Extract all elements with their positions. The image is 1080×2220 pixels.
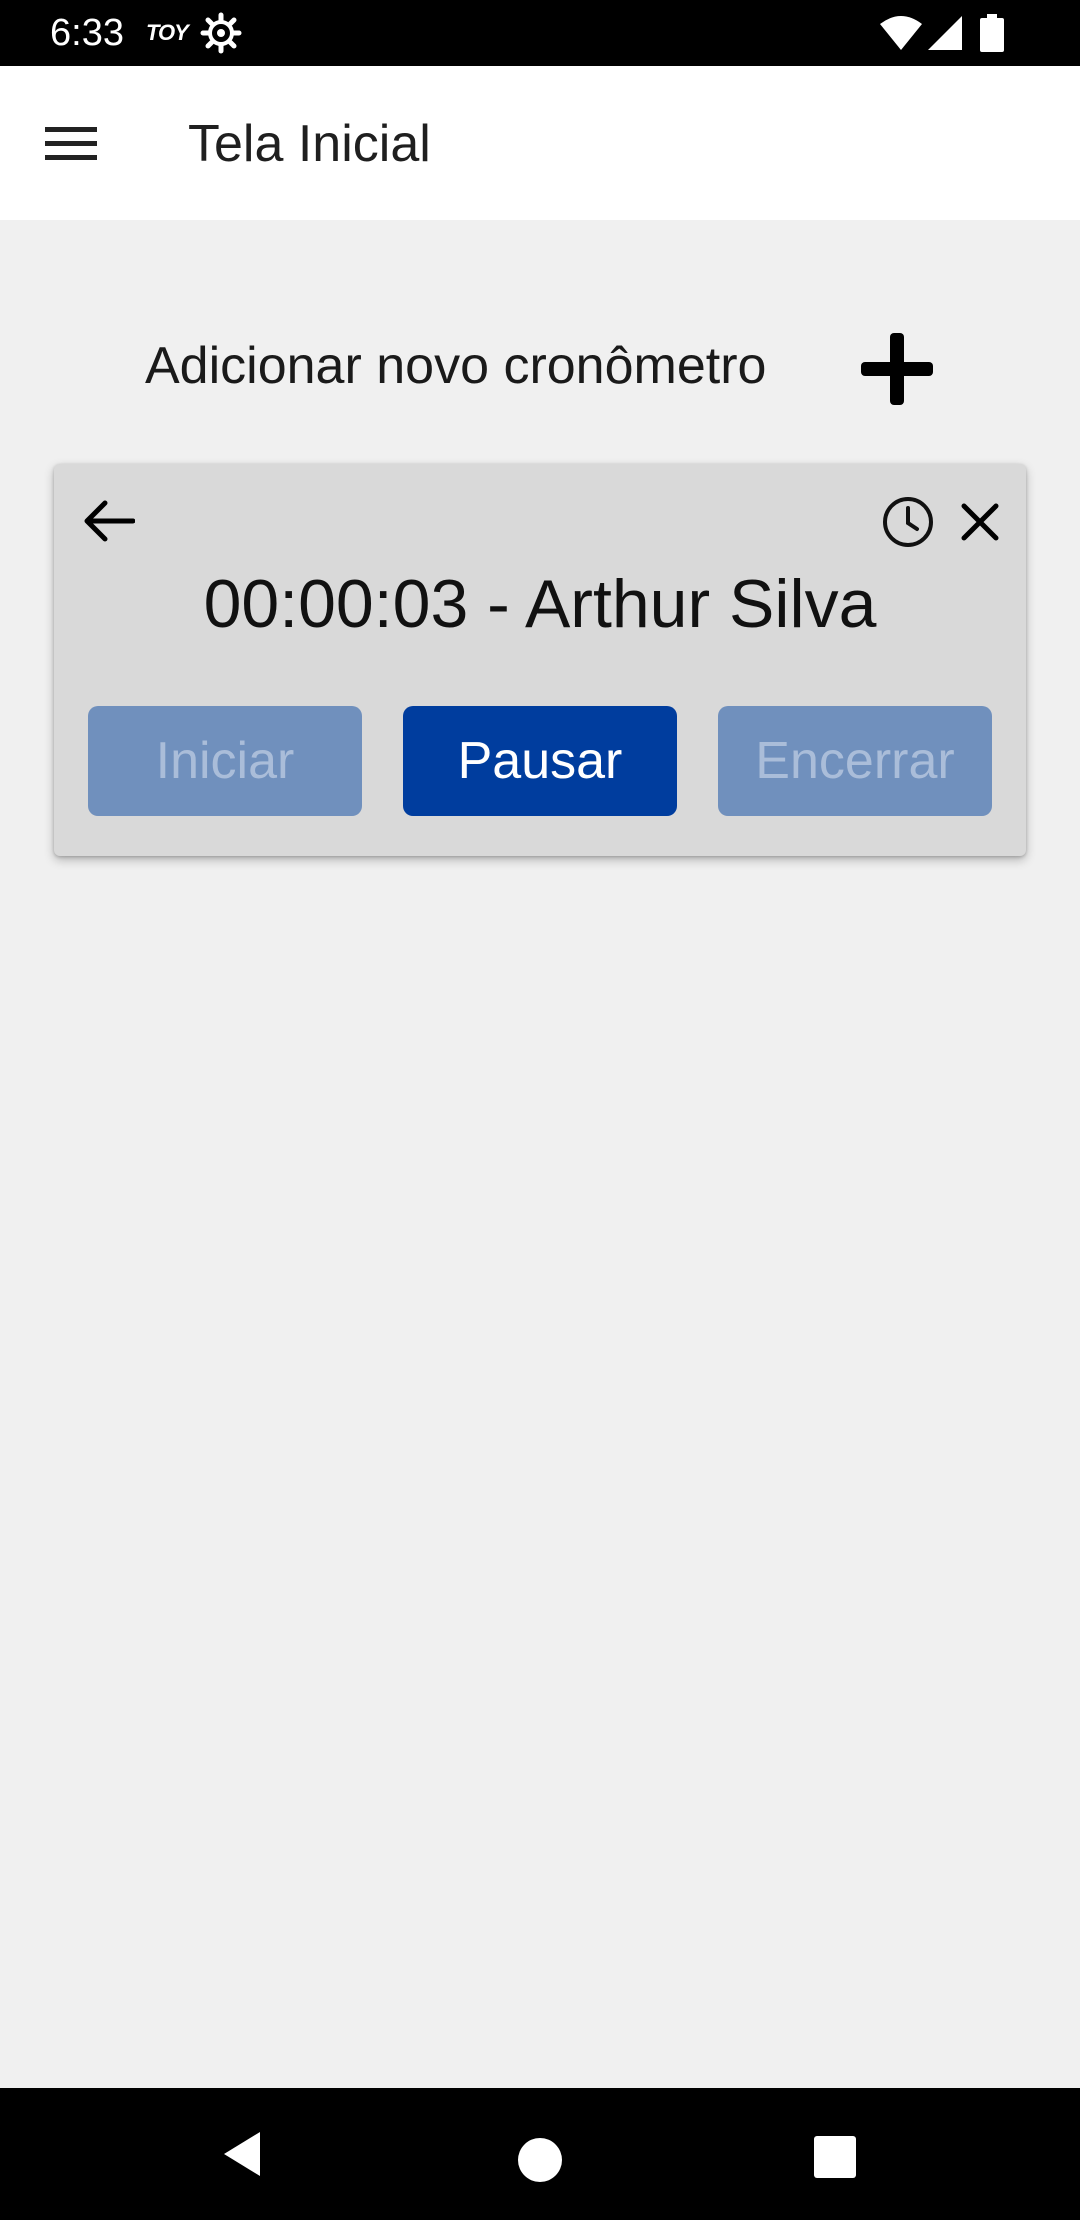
signal-icon: [928, 16, 962, 50]
plus-icon: [859, 331, 935, 412]
hamburger-menu-icon: [45, 123, 97, 168]
add-timer-row: Adicionar novo cronômetro: [0, 316, 1080, 416]
page-title: Tela Inicial: [188, 115, 431, 173]
pause-button[interactable]: Pausar: [403, 706, 677, 816]
add-timer-button[interactable]: [852, 326, 942, 416]
nav-back-icon[interactable]: [216, 2126, 272, 2182]
timer-display: 00:00:03 - Arthur Silva: [203, 566, 877, 642]
menu-button[interactable]: [32, 106, 110, 184]
app-bar: Tela Inicial: [0, 66, 1080, 220]
timer-card: 00:00:03 - Arthur Silva Iniciar Pausar E…: [54, 464, 1026, 856]
clock-icon: [881, 495, 935, 554]
system-nav-bar: [0, 2088, 1080, 2220]
gear-icon: [200, 12, 242, 54]
battery-icon: [980, 14, 1004, 52]
nav-home-icon[interactable]: [512, 2132, 568, 2188]
start-button[interactable]: Iniciar: [88, 706, 362, 816]
back-button[interactable]: [74, 488, 144, 558]
close-icon: [960, 502, 1000, 547]
carrier-badge: TOY: [146, 20, 189, 45]
close-button[interactable]: [950, 494, 1010, 554]
wifi-icon: [880, 16, 922, 50]
status-time: 6:33: [50, 12, 124, 54]
end-button[interactable]: Encerrar: [718, 706, 992, 816]
add-timer-label: Adicionar novo cronômetro: [145, 337, 767, 395]
arrow-left-icon: [83, 499, 136, 548]
nav-recents-icon[interactable]: [810, 2132, 862, 2184]
clock-button[interactable]: [878, 494, 938, 554]
status-bar: 6:33 TOY: [0, 0, 1080, 66]
